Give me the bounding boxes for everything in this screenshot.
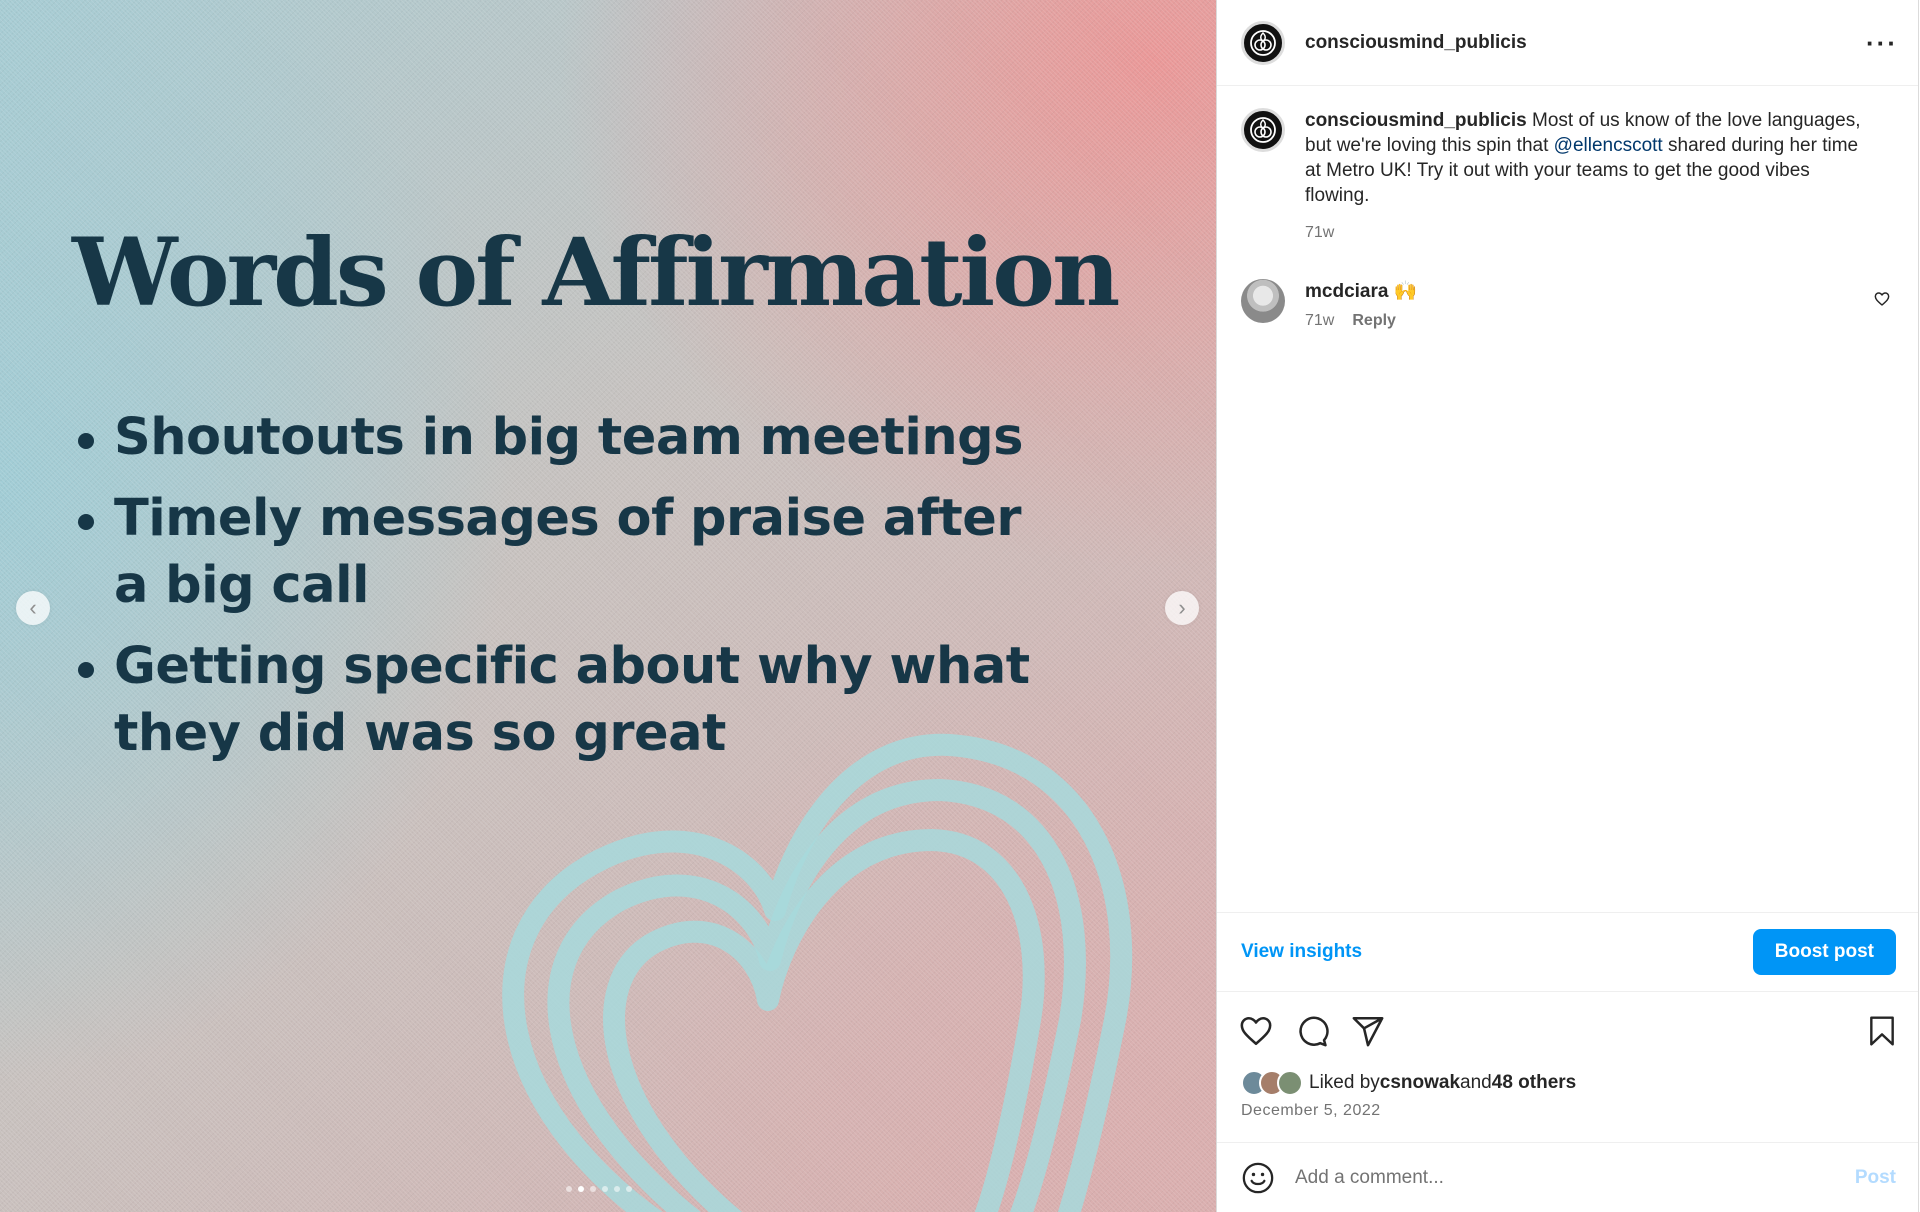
- bookmark-icon[interactable]: [1866, 1014, 1898, 1048]
- caption-avatar[interactable]: [1241, 108, 1285, 152]
- emoji-icon[interactable]: [1241, 1161, 1275, 1195]
- slide-bullet-list: Shoutouts in big team meetings Timely me…: [72, 404, 1032, 781]
- likes-middle: and: [1460, 1072, 1492, 1093]
- heart-icon[interactable]: [1239, 1014, 1273, 1048]
- comment-icon[interactable]: [1295, 1014, 1329, 1048]
- carousel-prev-button[interactable]: ‹: [16, 591, 50, 625]
- post-comment-button[interactable]: Post: [1855, 1167, 1896, 1189]
- likes-prefix: Liked by: [1309, 1072, 1380, 1093]
- instagram-post-view: Words of Affirmation Shoutouts in big te…: [0, 0, 1920, 1212]
- slide-bullet: Timely messages of praise after a big ca…: [72, 485, 1032, 619]
- slide-bullet: Getting specific about why what they did…: [72, 633, 1032, 767]
- caption-text: consciousmind_publicis Most of us know o…: [1305, 108, 1865, 245]
- comments-section: consciousmind_publicis Most of us know o…: [1217, 86, 1918, 912]
- liker-username[interactable]: csnowak: [1380, 1072, 1460, 1094]
- carousel-dot-active: [578, 1186, 584, 1192]
- boost-post-button[interactable]: Boost post: [1752, 929, 1896, 975]
- slide-title: Words of Affirmation: [72, 218, 1120, 328]
- add-comment-input[interactable]: [1295, 1166, 1855, 1189]
- post-header: consciousmind_publicis ···: [1217, 0, 1918, 86]
- view-insights-link[interactable]: View insights: [1241, 941, 1362, 963]
- post-side-panel: consciousmind_publicis ··· consciousmind…: [1216, 0, 1919, 1212]
- liker-avatar: [1277, 1070, 1303, 1096]
- carousel-dots: [566, 1186, 632, 1192]
- carousel-next-button[interactable]: ›: [1165, 591, 1199, 625]
- comment-reply-button[interactable]: Reply: [1352, 312, 1396, 330]
- bullet-dot: [78, 514, 94, 530]
- comment-text: mcdciara 🙌: [1305, 279, 1417, 304]
- likes-others-link[interactable]: 48 others: [1492, 1072, 1576, 1094]
- comment-input-wrap: [1295, 1166, 1855, 1189]
- comment-timestamp[interactable]: 71w: [1305, 312, 1334, 330]
- logo-icon: [1250, 117, 1276, 143]
- slide-bullet-text: Getting specific about why what they did…: [114, 637, 1030, 763]
- carousel-dot: [626, 1186, 632, 1192]
- post-actions: [1217, 996, 1918, 1066]
- header-username[interactable]: consciousmind_publicis: [1305, 32, 1527, 54]
- commenter-avatar[interactable]: [1241, 279, 1285, 323]
- more-options-icon[interactable]: ···: [1866, 30, 1898, 56]
- chevron-left-icon: ‹: [29, 595, 37, 620]
- comment-item: mcdciara 🙌 71w Reply: [1241, 279, 1894, 330]
- post-media-carousel[interactable]: Words of Affirmation Shoutouts in big te…: [0, 0, 1216, 1212]
- liker-avatars[interactable]: [1241, 1070, 1303, 1096]
- post-date[interactable]: December 5, 2022: [1217, 1100, 1918, 1120]
- carousel-dot: [566, 1186, 572, 1192]
- carousel-dot: [602, 1186, 608, 1192]
- slide-bullet: Shoutouts in big team meetings: [72, 404, 1032, 471]
- caption-timestamp[interactable]: 71w: [1305, 220, 1865, 245]
- comment-content: 🙌: [1388, 281, 1418, 302]
- chevron-right-icon: ›: [1178, 595, 1186, 620]
- logo-icon: [1250, 29, 1276, 56]
- comment-username[interactable]: mcdciara: [1305, 281, 1388, 302]
- carousel-dot: [590, 1186, 596, 1192]
- caption: consciousmind_publicis Most of us know o…: [1241, 108, 1894, 245]
- caption-mention-link[interactable]: @ellencscott: [1554, 135, 1663, 156]
- carousel-dot: [614, 1186, 620, 1192]
- bullet-dot: [78, 662, 94, 678]
- share-icon[interactable]: [1351, 1014, 1385, 1048]
- slide-bullet-text: Shoutouts in big team meetings: [114, 408, 1024, 467]
- likes-summary: Liked by csnowak and 48 others: [1217, 1066, 1918, 1100]
- bullet-dot: [78, 433, 94, 449]
- comment-meta: 71w Reply: [1305, 312, 1417, 330]
- comment-body: mcdciara 🙌 71w Reply: [1305, 279, 1417, 330]
- insights-bar: View insights Boost post: [1217, 912, 1918, 992]
- add-comment-bar: Post: [1217, 1142, 1918, 1212]
- slide-bullet-text: Timely messages of praise after a big ca…: [114, 489, 1022, 615]
- comment-like-heart-icon[interactable]: [1874, 291, 1890, 307]
- account-avatar[interactable]: [1241, 20, 1285, 65]
- caption-username[interactable]: consciousmind_publicis: [1305, 110, 1527, 131]
